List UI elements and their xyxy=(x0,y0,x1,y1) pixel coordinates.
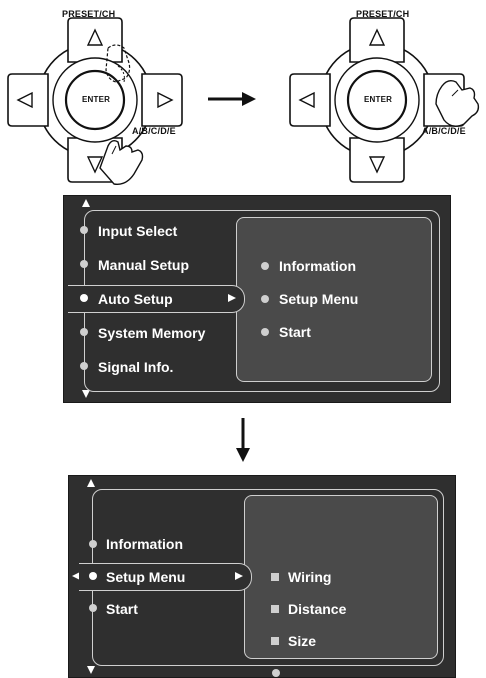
submenu-item-start[interactable]: Start xyxy=(279,324,311,340)
abcde-label: A/B/C/D/E xyxy=(422,126,466,136)
menu-item-start[interactable]: Start xyxy=(106,601,138,617)
right-arrow-icon xyxy=(208,92,256,106)
abcde-label: A/B/C/D/E xyxy=(132,126,176,136)
scroll-up-icon xyxy=(82,199,90,207)
up-key[interactable] xyxy=(349,17,405,63)
menu-item-input-select[interactable]: Input Select xyxy=(98,223,177,239)
submenu-item-wiring[interactable]: Wiring xyxy=(288,569,331,585)
menu-item-manual-setup[interactable]: Manual Setup xyxy=(98,257,189,273)
remote-pad-left: PRESET/CH ENTER A/B/C/D/E xyxy=(0,0,190,190)
remote-pad-right: PRESET/CH ENTER A/B/C/D/E xyxy=(286,0,486,190)
menu-item-auto-setup[interactable]: Auto Setup xyxy=(98,291,173,307)
bullet-icon xyxy=(80,260,88,268)
scroll-down-icon xyxy=(87,666,95,674)
osd-screen-2: Information Setup Menu Start Wiring Dist… xyxy=(68,475,456,678)
bullet-icon xyxy=(261,295,269,303)
bullet-icon xyxy=(89,604,97,612)
submenu-item-setup-menu[interactable]: Setup Menu xyxy=(279,291,358,307)
scroll-down-icon xyxy=(82,390,90,398)
submenu-item-distance[interactable]: Distance xyxy=(288,601,346,617)
scroll-up-icon xyxy=(87,479,95,487)
down-arrow-icon xyxy=(236,418,250,462)
menu-item-information[interactable]: Information xyxy=(106,536,183,552)
down-key[interactable] xyxy=(349,137,405,183)
submenu-item-information[interactable]: Information xyxy=(279,258,356,274)
enter-label: ENTER xyxy=(82,95,111,104)
menu-item-signal-info[interactable]: Signal Info. xyxy=(98,359,173,375)
submenu-arrow-icon xyxy=(235,572,243,580)
bullet-icon xyxy=(261,328,269,336)
enter-label: ENTER xyxy=(364,95,393,104)
bullet-icon xyxy=(80,362,88,370)
menu-item-system-memory[interactable]: System Memory xyxy=(98,325,205,341)
bullet-icon xyxy=(89,572,97,580)
checkbox-icon xyxy=(271,573,279,581)
left-key[interactable] xyxy=(7,73,49,127)
submenu-arrow-icon xyxy=(228,294,236,302)
up-key[interactable] xyxy=(67,17,123,63)
checkbox-icon xyxy=(271,605,279,613)
bullet-icon xyxy=(80,226,88,234)
left-key[interactable] xyxy=(289,73,331,127)
bullet-icon xyxy=(89,540,97,548)
osd-screen-1: Input Select Manual Setup Auto Setup Sys… xyxy=(63,195,451,403)
bullet-icon xyxy=(80,294,88,302)
right-key[interactable] xyxy=(141,73,183,127)
bullet-icon xyxy=(80,328,88,336)
submenu-item-size[interactable]: Size xyxy=(288,633,316,649)
checkbox-icon xyxy=(271,637,279,645)
menu-item-setup-menu[interactable]: Setup Menu xyxy=(106,569,185,585)
bullet-icon xyxy=(261,262,269,270)
